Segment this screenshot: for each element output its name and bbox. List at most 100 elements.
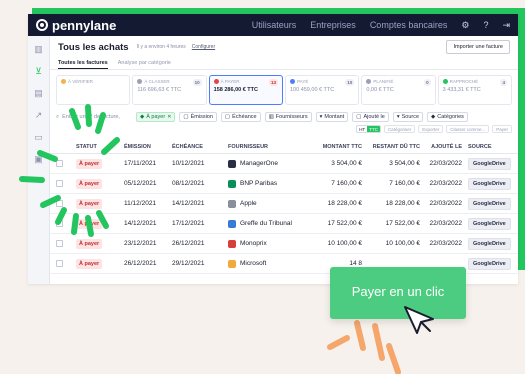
status-card[interactable]: À CLASSER 10 116 696,63 € TTC <box>132 75 207 105</box>
source-button[interactable]: GoogleDrive <box>468 158 511 170</box>
bank-icon[interactable]: ▥ <box>33 44 44 55</box>
status-card[interactable]: PLANIFIÉ 0 0,00 € TTC <box>361 75 436 105</box>
building-icon: ▥ <box>268 114 274 120</box>
supplier-name[interactable]: Microsoft <box>240 260 266 267</box>
chart-icon[interactable]: ↗ <box>33 110 44 121</box>
col-issued[interactable]: ÉMISSION <box>124 144 172 153</box>
tab-all-invoices[interactable]: Toutes les factures <box>58 58 108 69</box>
page-title: Tous les achats <box>58 41 129 53</box>
nav-users[interactable]: Utilisateurs <box>252 20 297 30</box>
col-source[interactable]: SOURCE <box>462 144 512 153</box>
row-checkbox[interactable] <box>56 160 63 167</box>
classify-as-select[interactable]: Classer comme... <box>446 125 490 133</box>
status-cards: À VÉRIFIER À CLASSER 10 116 696,63 € TTC À P… <box>50 70 518 110</box>
folder-icon[interactable]: ▭ <box>33 132 44 143</box>
col-amount-ttc[interactable]: MONTANT TTC <box>312 144 362 153</box>
source-button[interactable]: GoogleDrive <box>468 198 511 210</box>
row-select-cell <box>56 240 76 247</box>
row-checkbox[interactable] <box>56 200 63 207</box>
search-field[interactable]: ⌕ Entrez un n° de facture, <box>56 114 132 121</box>
col-added[interactable]: AJOUTÉ LE <box>420 144 462 153</box>
table-row[interactable]: À payer 17/11/2021 10/12/2021 ManagerOne 3 5… <box>50 154 518 174</box>
pay-in-one-click-button[interactable]: Payer en un clic <box>330 267 466 319</box>
help-icon[interactable]: ? <box>483 20 488 30</box>
export-button[interactable]: Exporter <box>418 125 444 133</box>
remaining-ttc-cell: 7 160,00 € <box>389 180 420 187</box>
gear-icon[interactable]: ⚙ <box>461 20 469 31</box>
source-button[interactable]: GoogleDrive <box>468 178 511 190</box>
source-button[interactable]: GoogleDrive <box>468 218 511 230</box>
col-remaining-ttc[interactable]: RESTANT DÛ TTC <box>362 144 420 153</box>
row-checkbox[interactable] <box>56 180 63 187</box>
col-supplier[interactable]: FOURNISSEUR <box>228 144 312 153</box>
source-button[interactable]: GoogleDrive <box>468 258 511 270</box>
table-row[interactable]: À payer 23/12/2021 26/12/2021 Monoprix 10 10… <box>50 234 518 254</box>
source-cell: GoogleDrive <box>462 158 512 170</box>
sidebar: ▥ ⊻ ▤ ↗ ▭ ▣ <box>28 36 50 284</box>
added-cell: 22/03/2022 <box>429 200 462 207</box>
filter-chip-categories[interactable]: ◆ Catégories <box>427 112 468 122</box>
source-button[interactable]: GoogleDrive <box>468 238 511 250</box>
table-row[interactable]: À payer 11/12/2021 14/12/2021 Apple 18 228,0… <box>50 194 518 214</box>
filter-chip-a-payer[interactable]: ◆ À payer ✕ <box>136 112 176 122</box>
status-card-amount: 116 696,63 € TTC <box>137 87 182 93</box>
import-invoice-button[interactable]: Importer une facture <box>446 40 510 54</box>
close-icon[interactable]: ✕ <box>167 114 171 120</box>
documents-icon[interactable]: ▣ <box>33 154 44 165</box>
cart-icon[interactable]: ⊻ <box>33 66 44 77</box>
supplier-name[interactable]: BNP Paribas <box>240 180 277 187</box>
search-placeholder: Entrez un n° de facture, <box>62 114 120 120</box>
invoices-table: STATUT ÉMISSION ÉCHÉANCE FOURNISSEUR MON… <box>50 134 518 274</box>
col-status[interactable]: STATUT <box>76 144 124 153</box>
status-card-title: À VÉRIFIER <box>68 79 94 84</box>
row-checkbox[interactable] <box>56 260 63 267</box>
row-checkbox[interactable] <box>56 240 63 247</box>
filter-chip-ajoute-le[interactable]: ▢ Ajouté le <box>352 112 389 122</box>
ht-option[interactable]: HT <box>357 126 367 132</box>
supplier-name[interactable]: Greffe du Tribunal <box>240 220 292 227</box>
filter-chip-source[interactable]: ▾ Source <box>392 112 424 122</box>
status-card-title: PLANIFIÉ <box>373 79 394 84</box>
tab-category-analysis[interactable]: Analyse par catégorie <box>118 58 171 69</box>
row-select-cell <box>56 160 76 167</box>
nav-companies[interactable]: Entreprises <box>310 20 356 30</box>
status-card[interactable]: À PAYER 13 158 286,00 € TTC <box>208 75 283 105</box>
status-count-badge: 10 <box>192 79 202 86</box>
status-card[interactable]: RAPPROCHÉ 4 3 433,31 € TTC <box>437 75 512 105</box>
main-content: Tous les achats Il y a environ 4 heures … <box>50 36 518 284</box>
amount-ttc-cell: 14 8 <box>349 260 362 267</box>
filter-chip-label: Source <box>401 114 420 120</box>
filter-chip-echeance[interactable]: ▢ Échéance <box>220 112 261 122</box>
configure-link[interactable]: Configurer <box>192 44 215 50</box>
logout-icon[interactable]: ⇥ <box>502 20 510 31</box>
register-icon[interactable]: ▤ <box>33 88 44 99</box>
pay-button[interactable]: Payer <box>492 125 512 133</box>
filter-chip-emission[interactable]: ▢ Émission <box>179 112 217 122</box>
table-row[interactable]: À payer 14/12/2021 17/12/2021 Greffe du Tri… <box>50 214 518 234</box>
pennylane-logo-icon <box>36 19 48 31</box>
status-card[interactable]: À VÉRIFIER <box>56 75 131 105</box>
status-cell: À payer <box>76 219 124 229</box>
brand-name: pennylane <box>52 17 117 33</box>
ht-ttc-toggle[interactable]: HT TTC <box>356 125 381 133</box>
status-card-amount: 3 433,31 € TTC <box>442 87 481 93</box>
filter-chip-montant[interactable]: ▾ Montant <box>315 112 349 122</box>
status-card[interactable]: PAYÉ 10 100 459,00 € TTC <box>284 75 360 105</box>
brand-logo[interactable]: pennylane <box>36 18 116 33</box>
supplier-name[interactable]: Apple <box>240 200 257 207</box>
table-row[interactable]: À payer 05/12/2021 08/12/2021 BNP Paribas 7 … <box>50 174 518 194</box>
supplier-name[interactable]: ManagerOne <box>240 160 278 167</box>
calendar-icon: ▢ <box>183 114 189 120</box>
categorize-button[interactable]: Catégoriser <box>383 125 416 133</box>
ttc-option[interactable]: TTC <box>367 126 380 132</box>
supplier-name[interactable]: Monoprix <box>240 240 267 247</box>
status-card-title: PAYÉ <box>296 79 309 84</box>
col-due[interactable]: ÉCHÉANCE <box>172 144 228 153</box>
source-cell: GoogleDrive <box>462 198 512 210</box>
status-count-badge: 10 <box>345 79 355 86</box>
row-checkbox[interactable] <box>56 220 63 227</box>
added-cell: 22/03/2022 <box>429 240 462 247</box>
nav-bank-accounts[interactable]: Comptes bancaires <box>370 20 448 30</box>
due-cell: 10/12/2021 <box>172 160 205 167</box>
filter-chip-fournisseurs[interactable]: ▥ Fournisseurs <box>264 112 312 122</box>
